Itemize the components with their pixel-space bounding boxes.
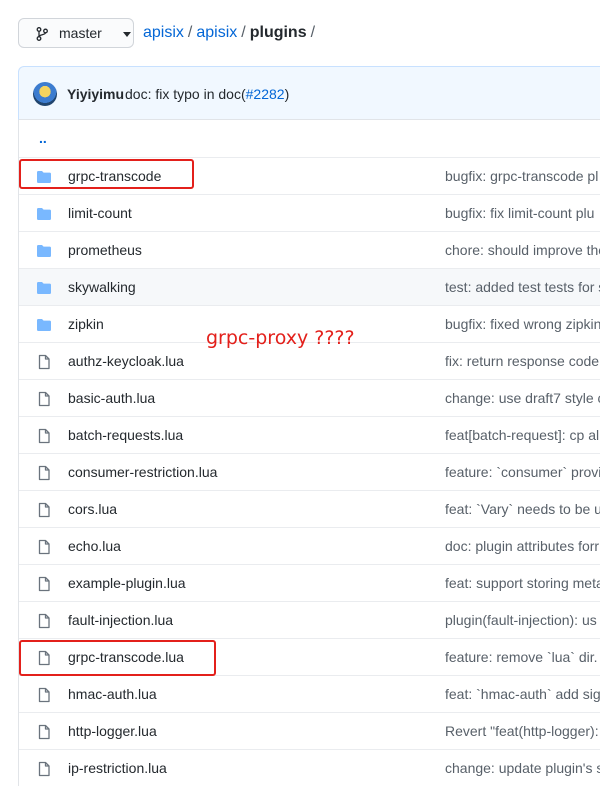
breadcrumb: apisix / apisix / plugins /: [143, 23, 319, 43]
file-row[interactable]: batch-requests.lua feat[batch-request]: c…: [19, 416, 600, 453]
file-commit-message-link[interactable]: fix: return response code: [445, 353, 599, 369]
file-row[interactable]: example-plugin.lua feat: support storing …: [19, 564, 600, 601]
file-row[interactable]: echo.lua doc: plugin attributes forr: [19, 527, 600, 564]
file-row[interactable]: limit-count bugfix: fix limit-count plu: [19, 194, 600, 231]
file-name-link[interactable]: fault-injection.lua: [68, 612, 173, 628]
file-commit-message-link[interactable]: change: use draft7 style c: [445, 390, 600, 406]
file-row[interactable]: grpc-transcode bugfix: grpc-transcode pl: [19, 157, 600, 194]
file-name-link[interactable]: zipkin: [68, 316, 104, 332]
avatar[interactable]: [33, 82, 57, 106]
file-row[interactable]: consumer-restriction.lua feature: `consum…: [19, 453, 600, 490]
file-name-link[interactable]: grpc-transcode: [68, 168, 161, 184]
file-name-link[interactable]: cors.lua: [68, 501, 117, 517]
file-commit-message-link[interactable]: chore: should improve the: [445, 242, 600, 258]
file-commit-message-link[interactable]: feature: `consumer` provi: [445, 464, 600, 480]
breadcrumb-current-folder: plugins: [249, 24, 307, 41]
file-row[interactable]: prometheus chore: should improve the: [19, 231, 600, 268]
file-icon: [36, 539, 52, 555]
file-commit-message-link[interactable]: bugfix: fix limit-count plu: [445, 205, 594, 221]
annotation-note: grpc-proxy ????: [206, 327, 355, 349]
repo-header: master apisix / apisix / plugins /: [0, 0, 600, 66]
file-row[interactable]: cors.lua feat: `Vary` needs to be us: [19, 490, 600, 527]
file-row[interactable]: fault-injection.lua plugin(fault-injectio…: [19, 601, 600, 638]
file-commit-message-link[interactable]: feat: support storing meta: [445, 575, 600, 591]
commit-author[interactable]: Yiyiyimu: [67, 86, 124, 102]
parent-directory-row[interactable]: ..: [19, 120, 600, 157]
commit-message-text[interactable]: doc: fix typo in doc(: [125, 86, 246, 102]
file-name-link[interactable]: ip-restriction.lua: [68, 760, 167, 776]
file-icon: [36, 650, 52, 666]
file-icon: [36, 465, 52, 481]
breadcrumb-separator: /: [241, 24, 246, 41]
file-name-link[interactable]: limit-count: [68, 205, 132, 221]
file-row[interactable]: skywalking test: added test tests for s: [19, 268, 600, 305]
file-icon: [36, 724, 52, 740]
file-name-link[interactable]: prometheus: [68, 242, 142, 258]
file-commit-message-link[interactable]: bugfix: grpc-transcode pl: [445, 168, 598, 184]
file-commit-message-link[interactable]: bugfix: fixed wrong zipkin: [445, 316, 600, 332]
file-commit-message-link[interactable]: feature: remove `lua` dir. c: [445, 649, 600, 665]
folder-icon: [36, 280, 52, 296]
breadcrumb-separator: /: [310, 24, 316, 41]
file-commit-message-link[interactable]: feat[batch-request]: cp all: [445, 427, 600, 443]
file-commit-message-link[interactable]: doc: plugin attributes forr: [445, 538, 599, 554]
file-name-link[interactable]: skywalking: [68, 279, 136, 295]
file-name-link[interactable]: echo.lua: [68, 538, 121, 554]
file-icon: [36, 354, 52, 370]
file-icon: [36, 576, 52, 592]
file-row[interactable]: http-logger.lua Revert "feat(http-logger)…: [19, 712, 600, 749]
chevron-down-icon: [123, 32, 131, 37]
file-icon: [36, 613, 52, 629]
file-commit-message-link[interactable]: plugin(fault-injection): us: [445, 612, 597, 628]
file-commit-message-link[interactable]: Revert "feat(http-logger):: [445, 723, 599, 739]
file-name-link[interactable]: hmac-auth.lua: [68, 686, 157, 702]
breadcrumb-repo-link[interactable]: apisix: [196, 24, 237, 41]
parent-directory-link[interactable]: ..: [39, 130, 47, 146]
commit-message: doc: fix typo in doc(#2282): [125, 86, 289, 102]
file-row[interactable]: grpc-transcode.lua feature: remove `lua` …: [19, 638, 600, 675]
folder-icon: [36, 317, 52, 333]
folder-icon: [36, 169, 52, 185]
commit-pr-link[interactable]: #2282: [246, 86, 285, 102]
file-icon: [36, 428, 52, 444]
file-icon: [36, 761, 52, 777]
file-row[interactable]: hmac-auth.lua feat: `hmac-auth` add sign: [19, 675, 600, 712]
file-name-link[interactable]: consumer-restriction.lua: [68, 464, 217, 480]
file-icon: [36, 391, 52, 407]
file-name-link[interactable]: http-logger.lua: [68, 723, 157, 739]
commit-message-suffix: ): [284, 86, 290, 102]
file-name-link[interactable]: authz-keycloak.lua: [68, 353, 184, 369]
folder-icon: [36, 243, 52, 259]
file-name-link[interactable]: basic-auth.lua: [68, 390, 155, 406]
file-commit-message-link[interactable]: change: update plugin's s: [445, 760, 600, 776]
file-name-link[interactable]: example-plugin.lua: [68, 575, 186, 591]
folder-icon: [36, 206, 52, 222]
breadcrumb-separator: /: [187, 24, 193, 41]
file-icon: [36, 687, 52, 703]
branch-label: master: [59, 25, 102, 41]
latest-commit-bar: Yiyiyimu doc: fix typo in doc(#2282): [18, 66, 600, 120]
file-row[interactable]: ip-restriction.lua change: update plugin'…: [19, 749, 600, 786]
file-name-link[interactable]: batch-requests.lua: [68, 427, 183, 443]
file-name-link[interactable]: grpc-transcode.lua: [68, 649, 184, 665]
git-branch-icon: [36, 27, 48, 41]
file-icon: [36, 502, 52, 518]
file-row[interactable]: basic-auth.lua change: use draft7 style c: [19, 379, 600, 416]
file-list: .. grpc-transcode bugfix: grpc-transcode …: [18, 120, 600, 786]
file-commit-message-link[interactable]: feat: `hmac-auth` add sign: [445, 686, 600, 702]
breadcrumb-owner-link[interactable]: apisix: [143, 24, 184, 41]
branch-select-button[interactable]: master: [18, 18, 134, 48]
file-commit-message-link[interactable]: test: added test tests for s: [445, 279, 600, 295]
file-commit-message-link[interactable]: feat: `Vary` needs to be us: [445, 501, 600, 517]
